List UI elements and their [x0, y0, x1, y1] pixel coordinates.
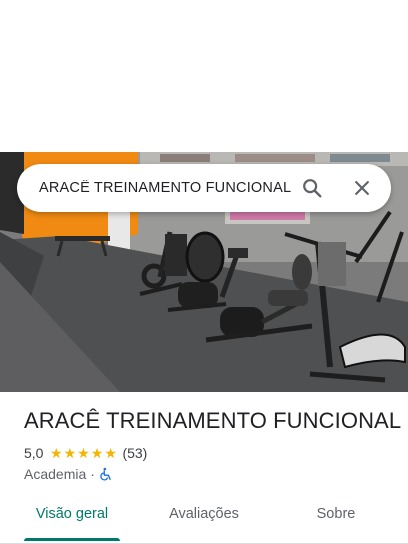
tab-about[interactable]: Sobre [288, 496, 384, 532]
star-icon: ★ [63, 445, 77, 461]
place-category: Academia [24, 466, 87, 482]
star-rating: ★ ★ ★ ★ ★ [49, 446, 117, 460]
wheelchair-icon [99, 467, 113, 481]
search-icon[interactable] [299, 175, 325, 201]
tab-overview[interactable]: Visão geral [24, 496, 120, 532]
search-bar[interactable]: ARACÊ TREINAMENTO FUNCIONAL [17, 164, 391, 212]
star-icon: ★ [49, 445, 63, 461]
search-input[interactable]: ARACÊ TREINAMENTO FUNCIONAL [39, 180, 299, 196]
map-area[interactable] [0, 0, 408, 152]
star-icon: ★ [90, 445, 104, 461]
close-icon[interactable] [349, 175, 375, 201]
star-icon: ★ [104, 445, 117, 461]
place-title: ARACÊ TREINAMENTO FUNCIONAL [24, 408, 402, 433]
tab-reviews[interactable]: Avaliações [156, 496, 252, 532]
rating-row[interactable]: 5,0 ★ ★ ★ ★ ★ (53) [24, 444, 147, 462]
tab-bar: Visão geral Avaliações Sobre [0, 496, 408, 544]
review-count[interactable]: (53) [122, 445, 147, 461]
rating-value: 5,0 [24, 445, 44, 461]
category-row: Academia · [24, 465, 113, 483]
star-icon: ★ [77, 445, 90, 461]
separator-dot: · [90, 466, 95, 482]
tab-selected-indicator [24, 538, 120, 541]
